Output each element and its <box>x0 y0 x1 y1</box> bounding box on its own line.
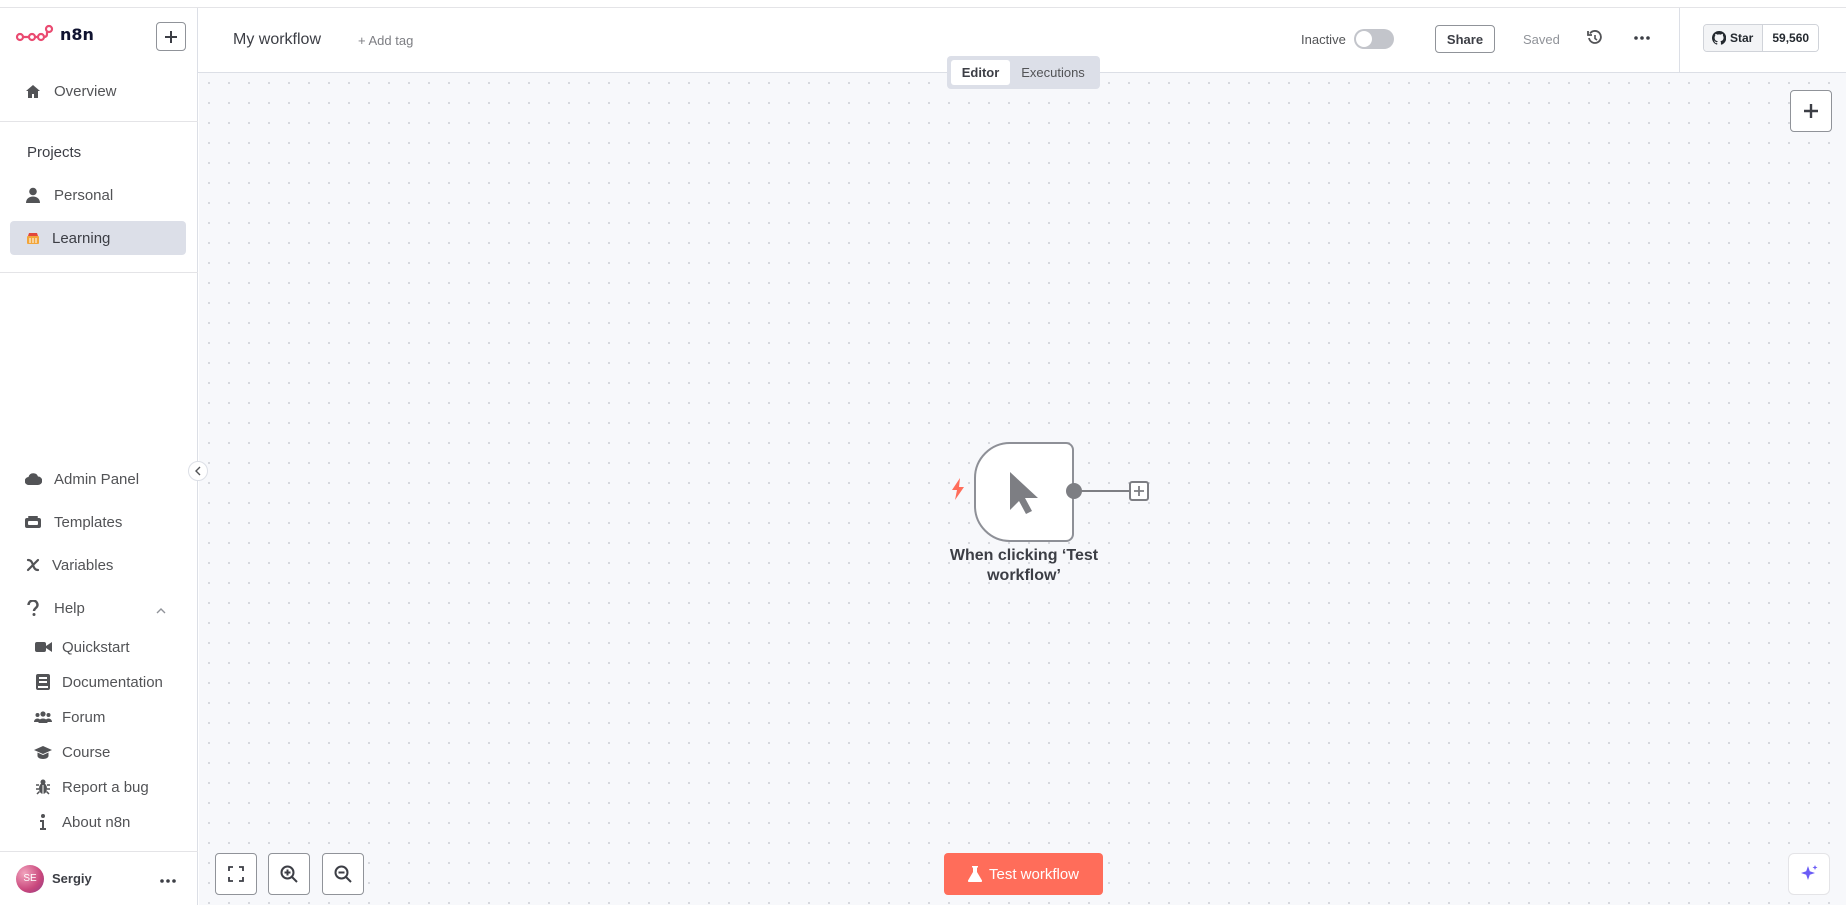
node-add-next-button[interactable] <box>1129 481 1149 501</box>
user-name: Sergiy <box>52 871 92 886</box>
help-item-label: Documentation <box>62 673 163 691</box>
manual-trigger-node[interactable] <box>974 442 1074 542</box>
sidebar-item-label: Help <box>54 599 85 617</box>
user-menu[interactable]: SE Sergiy <box>0 851 198 905</box>
projects-title: Projects <box>27 144 82 161</box>
share-button[interactable]: Share <box>1435 25 1495 53</box>
sidebar: n8n Overview Projects Personal Learning … <box>0 8 198 905</box>
avatar: SE <box>16 864 44 893</box>
video-icon <box>34 638 52 656</box>
help-item-about[interactable]: About n8n <box>22 807 192 837</box>
help-item-documentation[interactable]: Documentation <box>22 667 192 697</box>
sidebar-item-admin-panel[interactable]: Admin Panel <box>10 462 186 496</box>
emoji-icon <box>24 229 42 247</box>
node-connector-line <box>1080 490 1130 492</box>
logo-text: n8n <box>60 24 94 44</box>
flask-icon <box>967 866 982 882</box>
collapse-sidebar-button[interactable] <box>188 461 208 481</box>
help-item-forum[interactable]: Forum <box>22 702 192 732</box>
sidebar-item-templates[interactable]: Templates <box>10 505 186 539</box>
sidebar-item-label: Admin Panel <box>54 470 140 488</box>
chevron-left-icon <box>195 466 201 476</box>
help-item-label: Course <box>62 743 111 761</box>
variable-icon <box>24 556 42 574</box>
zoom-in-button[interactable] <box>268 853 310 895</box>
cloud-icon <box>24 470 42 488</box>
tab-editor[interactable]: Editor <box>951 60 1010 85</box>
more-horizontal-icon[interactable] <box>160 870 176 888</box>
more-horizontal-icon[interactable] <box>1632 28 1652 48</box>
fullscreen-icon <box>228 866 244 882</box>
plus-icon <box>1804 104 1818 118</box>
plus-icon <box>1134 486 1144 496</box>
github-star-widget: Star 59,560 <box>1703 24 1820 52</box>
activate-toggle[interactable] <box>1354 29 1394 49</box>
window-top-strip <box>0 0 1846 8</box>
chevron-up-icon <box>156 602 166 619</box>
github-star-count[interactable]: 59,560 <box>1763 25 1819 51</box>
create-button[interactable] <box>156 22 186 51</box>
sidebar-item-personal[interactable]: Personal <box>10 178 186 212</box>
view-tabs: Editor Executions <box>947 56 1100 89</box>
box-icon <box>24 513 42 531</box>
help-item-course[interactable]: Course <box>22 737 192 767</box>
test-workflow-label: Test workflow <box>988 865 1080 883</box>
cursor-icon <box>1010 472 1038 514</box>
ai-assistant-button[interactable] <box>1788 853 1830 895</box>
node-label: When clicking ‘Test workflow’ <box>949 547 1099 584</box>
test-workflow-button[interactable]: Test workflow <box>944 853 1103 895</box>
user-icon <box>24 186 42 204</box>
sidebar-divider <box>0 272 198 273</box>
sidebar-item-label: Templates <box>54 513 123 531</box>
tab-executions[interactable]: Executions <box>1010 60 1096 85</box>
sidebar-divider <box>0 121 198 122</box>
zoom-to-fit-button[interactable] <box>215 853 257 895</box>
sidebar-item-help[interactable]: Help <box>10 591 186 625</box>
zoom-out-button[interactable] <box>322 853 364 895</box>
sidebar-item-label: Overview <box>54 82 117 100</box>
sidebar-item-overview[interactable]: Overview <box>10 74 186 108</box>
help-item-label: Report a bug <box>62 778 149 796</box>
history-icon[interactable] <box>1585 28 1605 48</box>
save-status: Saved <box>1523 32 1560 47</box>
github-star-label: Star <box>1730 31 1754 45</box>
sidebar-item-label: Learning <box>52 229 111 247</box>
question-icon <box>24 599 42 617</box>
github-star-button[interactable]: Star <box>1704 25 1764 51</box>
zoom-in-icon <box>280 865 298 883</box>
graduation-cap-icon <box>34 743 52 761</box>
help-item-report-bug[interactable]: Report a bug <box>22 772 192 802</box>
add-node-button[interactable] <box>1790 90 1832 132</box>
n8n-logo[interactable]: n8n <box>15 20 94 48</box>
users-icon <box>34 708 52 726</box>
n8n-logo-icon <box>15 24 54 42</box>
sparkle-icon <box>1801 865 1818 880</box>
help-item-label: About n8n <box>62 813 131 831</box>
help-item-label: Forum <box>62 708 106 726</box>
lightning-bolt-icon <box>951 478 965 505</box>
add-tag-button[interactable]: + Add tag <box>358 33 413 48</box>
toggle-knob <box>1356 31 1372 47</box>
help-item-quickstart[interactable]: Quickstart <box>22 632 192 662</box>
bug-icon <box>34 778 52 796</box>
home-icon <box>24 82 42 100</box>
plus-icon <box>165 30 177 43</box>
header-separator <box>1679 8 1680 73</box>
zoom-out-icon <box>334 865 352 883</box>
workflow-name[interactable]: My workflow <box>233 31 321 49</box>
sidebar-item-label: Variables <box>52 556 114 574</box>
help-item-label: Quickstart <box>62 638 130 656</box>
info-icon <box>34 813 52 831</box>
github-icon <box>1712 31 1726 45</box>
sidebar-item-learning[interactable]: Learning <box>10 221 186 255</box>
sidebar-item-variables[interactable]: Variables <box>10 548 186 582</box>
book-icon <box>34 673 52 691</box>
sidebar-item-label: Personal <box>54 186 114 204</box>
activation-status-label: Inactive <box>1301 32 1346 47</box>
